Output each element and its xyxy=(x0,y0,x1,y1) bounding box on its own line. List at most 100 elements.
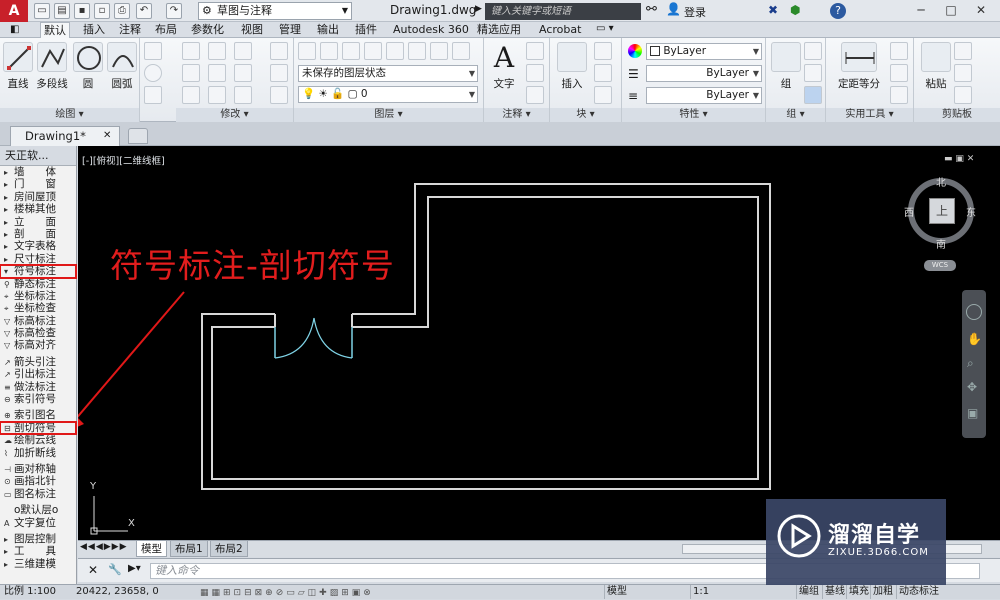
binoculars-icon[interactable]: ⚯ xyxy=(646,2,657,17)
sidebar-item-3d-modeling[interactable]: ▸ 三维建模 xyxy=(0,558,76,570)
tab-plugins[interactable]: 插件 xyxy=(352,22,380,38)
block-attribute-icon[interactable] xyxy=(594,86,612,104)
sidebar-item-break-line[interactable]: ⌇ 加折断线 xyxy=(0,447,76,459)
layers-panel-label[interactable]: 图层 ▾ xyxy=(294,108,483,122)
calculator-icon[interactable] xyxy=(890,86,908,104)
group-button[interactable]: 组 xyxy=(768,42,804,91)
rectangle-icon[interactable] xyxy=(144,42,162,60)
document-tab[interactable]: Drawing1* ✕ xyxy=(10,126,120,146)
help-icon[interactable]: ? xyxy=(830,3,846,19)
sidebar-item-text-reset[interactable]: A 文字复位 xyxy=(0,517,76,529)
a360-icon[interactable]: ⬢ xyxy=(790,3,800,17)
tab-manage[interactable]: 管理 xyxy=(276,22,304,38)
sidebar-item-arrow-leader[interactable]: ↗ 箭头引注 xyxy=(0,356,76,368)
hatch-icon[interactable] xyxy=(144,86,162,104)
sidebar-item-static-annotation[interactable]: ⚲ 静态标注 xyxy=(0,278,76,290)
showmotion-icon[interactable]: ▣ xyxy=(967,406,978,420)
linetype-select[interactable]: ByLayer ▼ xyxy=(646,65,762,82)
groups-panel-label[interactable]: 组 ▾ xyxy=(766,108,825,122)
bold-toggle[interactable]: 加粗 xyxy=(870,585,895,599)
user-icon[interactable]: 👤 xyxy=(666,2,681,16)
sidebar-item-section-symbol[interactable]: ⊟ 剖切符号 xyxy=(0,420,77,436)
orbit-icon[interactable]: ✥ xyxy=(967,380,977,394)
command-prompt-icon[interactable]: ▶▾ xyxy=(128,563,141,574)
ungroup-icon[interactable] xyxy=(804,42,822,60)
sidebar-item-elevation-align[interactable]: ▽ 标高对齐 xyxy=(0,339,76,351)
tab-autodesk360[interactable]: Autodesk 360 xyxy=(390,22,472,38)
select-all-icon[interactable] xyxy=(890,64,908,82)
new-file-icon[interactable]: ▭ xyxy=(34,3,50,19)
dimension-icon[interactable] xyxy=(526,42,544,60)
open-folder-icon[interactable]: ▤ xyxy=(54,3,70,19)
close-icon[interactable]: ✕ xyxy=(103,127,111,145)
tab-default[interactable]: 默认 xyxy=(40,22,70,38)
sidebar-item-default-layer[interactable]: o默认层o xyxy=(0,504,76,516)
sidebar-item-elevation-annotation[interactable]: ▽ 标高标注 xyxy=(0,315,76,327)
properties-panel-label[interactable]: 特性 ▾ xyxy=(622,108,765,122)
sidebar-item-drawing-title[interactable]: ▭ 图名标注 xyxy=(0,488,76,500)
explode-icon[interactable] xyxy=(270,64,288,82)
tab-layout[interactable]: 布局 xyxy=(152,22,180,38)
pan-hand-icon[interactable]: ✋ xyxy=(967,332,982,346)
sidebar-item-coordinate-check[interactable]: ⌖ 坐标检查 xyxy=(0,302,76,314)
sidebar-item-coordinate-annotation[interactable]: ⌖ 坐标标注 xyxy=(0,290,76,302)
annotation-scale[interactable]: 1:1 xyxy=(690,585,711,599)
layer-icon-8[interactable] xyxy=(452,42,470,60)
lineweight-icon[interactable]: ≡ xyxy=(628,89,638,103)
layer-icon-4[interactable] xyxy=(364,42,382,60)
sidebar-item-index-symbol[interactable]: ⊖ 索引符号 xyxy=(0,393,76,405)
compass-north[interactable]: 北 xyxy=(936,174,946,189)
wcs-menu[interactable]: WCS xyxy=(924,260,956,271)
redo-icon[interactable]: ↷ xyxy=(166,3,182,19)
tab-annotate[interactable]: 注释 xyxy=(116,22,144,38)
current-layer-select[interactable]: 💡 ☀ 🔓 ▢ 0 ▼ xyxy=(298,86,478,103)
layer-properties-icon[interactable] xyxy=(298,42,316,60)
tab-model[interactable]: 模型 xyxy=(136,541,167,557)
sidebar-item-dimension[interactable]: ▸ 尺寸标注 xyxy=(0,253,76,265)
polyline-button[interactable]: 多段线 xyxy=(34,42,70,91)
ribbon-toggle-icon[interactable]: ▭ ▾ xyxy=(596,23,614,34)
circle-button[interactable]: 圆 xyxy=(70,42,106,91)
block-panel-label[interactable]: 块 ▾ xyxy=(550,108,621,122)
tab-parametric[interactable]: 参数化 xyxy=(188,22,227,38)
copy-clip-icon[interactable] xyxy=(954,64,972,82)
layer-icon-3[interactable] xyxy=(342,42,360,60)
create-block-icon[interactable] xyxy=(594,42,612,60)
tab-view[interactable]: 视图 xyxy=(238,22,266,38)
zoom-icon[interactable]: ⌕ xyxy=(967,356,974,371)
sidebar-item-symbol-annotation[interactable]: ▾ 符号标注 xyxy=(0,264,77,279)
offset-icon[interactable] xyxy=(270,86,288,104)
table-icon[interactable] xyxy=(526,86,544,104)
sidebar-item-layer-control[interactable]: ▸ 图层控制 xyxy=(0,533,76,545)
undo-icon[interactable]: ↶ xyxy=(136,3,152,19)
tab-insert[interactable]: 插入 xyxy=(80,22,108,38)
save-as-icon[interactable]: ▫ xyxy=(94,3,110,19)
copy-icon[interactable] xyxy=(182,64,200,82)
fill-toggle[interactable]: 填充 xyxy=(846,585,871,599)
layer-icon-7[interactable] xyxy=(430,42,448,60)
array-icon[interactable] xyxy=(234,86,252,104)
group-edit-icon[interactable] xyxy=(804,64,822,82)
linetype-icon[interactable]: ☰ xyxy=(628,67,639,81)
draw-panel-label[interactable]: 绘图 ▾ xyxy=(0,108,139,122)
arc-button[interactable]: 圆弧 xyxy=(104,42,140,91)
tab-acrobat[interactable]: Acrobat xyxy=(536,22,584,38)
sidebar-item-leader-annotation[interactable]: ↗ 引出标注 xyxy=(0,368,76,380)
scale-readout[interactable]: 比例 1:100 xyxy=(4,585,56,599)
drawing-canvas[interactable]: [-][俯视][二维线框] ▬ ▣ ✕ Y X 符号标注-剖切符号 上 北 南 … xyxy=(78,146,1000,540)
insert-block-button[interactable]: 插入 xyxy=(554,42,590,91)
baseline-toggle[interactable]: 基线 xyxy=(822,585,847,599)
rotate-icon[interactable] xyxy=(208,42,226,60)
text-button[interactable]: A 文字 xyxy=(486,42,522,91)
mirror-icon[interactable] xyxy=(208,64,226,82)
trim-icon[interactable] xyxy=(234,42,252,60)
sidebar-item-symmetry-axis[interactable]: ⊣ 画对称轴 xyxy=(0,463,76,475)
drafting-toggles[interactable]: ▦▦⊞⊡⊟⊠⊕⊘▭▱◫✚▨⊞▣⊗ xyxy=(200,586,600,598)
ribbon-menu-icon[interactable]: ◧ xyxy=(10,24,19,35)
sidebar-item-section[interactable]: ▸ 剖 面 xyxy=(0,228,76,240)
print-icon[interactable]: ⎙ xyxy=(114,3,130,19)
save-icon[interactable]: ▪ xyxy=(74,3,90,19)
sidebar-item-walls[interactable]: ▸ 墙 体 xyxy=(0,166,76,178)
compass-west[interactable]: 西 xyxy=(904,204,914,219)
dynamic-dimension-toggle[interactable]: 动态标注 xyxy=(896,585,941,599)
